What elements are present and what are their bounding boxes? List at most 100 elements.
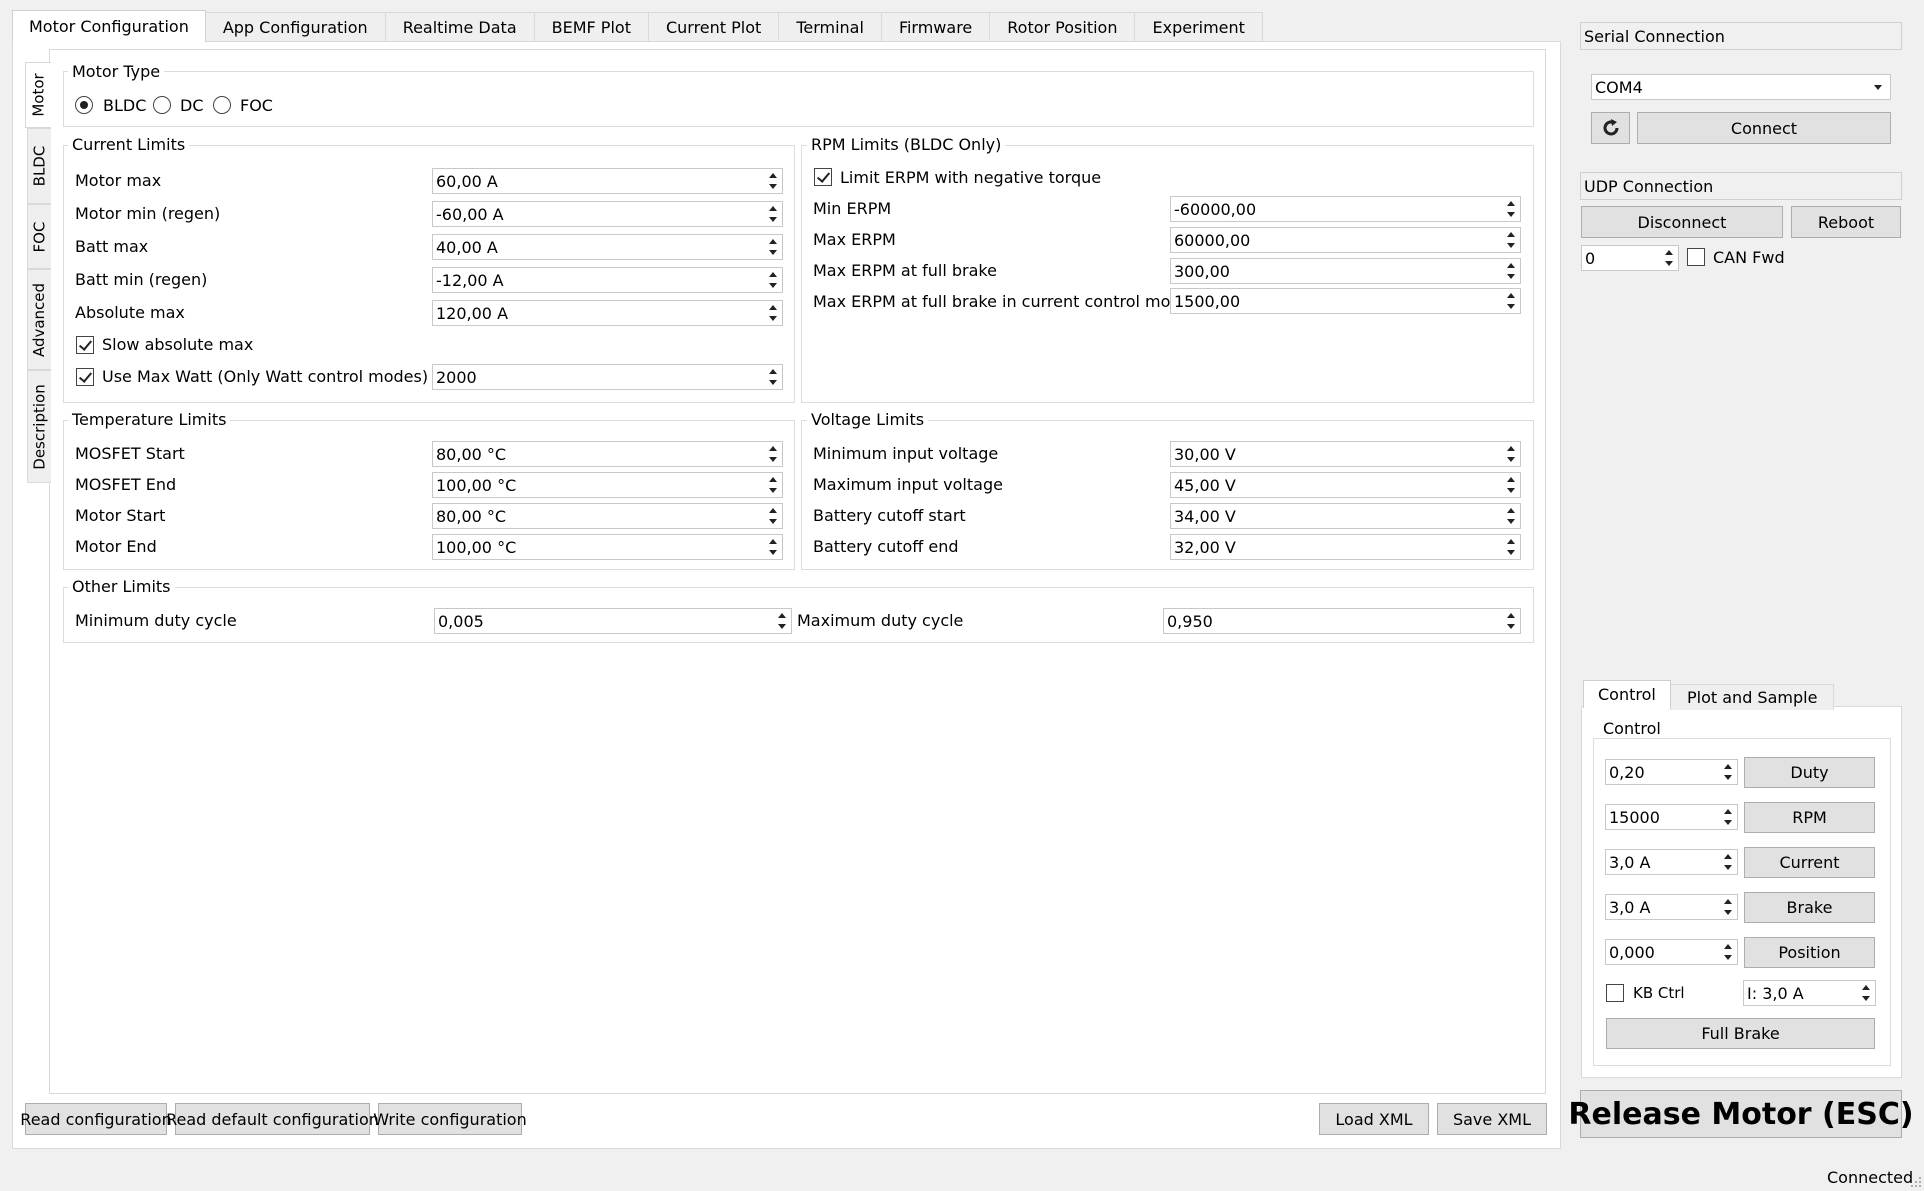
- brake-button[interactable]: Brake: [1744, 892, 1875, 923]
- tab-rotor-position[interactable]: Rotor Position: [989, 12, 1136, 42]
- current-button[interactable]: Current: [1744, 847, 1875, 878]
- tab-experiment[interactable]: Experiment: [1134, 12, 1263, 42]
- resize-grip-icon[interactable]: [1910, 1176, 1922, 1188]
- max-erpm-full-brake-cc-spinbox[interactable]: 1500,00: [1170, 288, 1521, 314]
- tab-app-configuration[interactable]: App Configuration: [204, 12, 386, 42]
- radio-foc[interactable]: [213, 96, 231, 114]
- max-erpm-full-brake-cc-label: Max ERPM at full brake in current contro…: [813, 292, 1191, 311]
- max-erpm-full-brake-label: Max ERPM at full brake: [813, 261, 997, 280]
- min-duty-cycle-label: Minimum duty cycle: [75, 611, 237, 630]
- disconnect-button[interactable]: Disconnect: [1581, 206, 1783, 238]
- limit-erpm-negative-torque-label: Limit ERPM with negative torque: [840, 168, 1102, 187]
- min-erpm-label: Min ERPM: [813, 199, 892, 218]
- duty-spinbox[interactable]: 0,20: [1605, 759, 1738, 785]
- tab-firmware[interactable]: Firmware: [880, 12, 991, 42]
- udp-connection-header: UDP Connection: [1580, 172, 1902, 200]
- absolute-max-label: Absolute max: [75, 303, 185, 322]
- motor-end-spinbox[interactable]: 100,00 °C: [432, 534, 783, 560]
- min-input-voltage-spinbox[interactable]: 30,00 V: [1170, 441, 1521, 467]
- can-fwd-label: CAN Fwd: [1713, 248, 1785, 267]
- tab-control[interactable]: Control: [1583, 680, 1671, 708]
- rpm-spinbox[interactable]: 15000: [1605, 804, 1738, 830]
- side-tab-description[interactable]: Description: [27, 370, 51, 483]
- tab-plot-and-sample[interactable]: Plot and Sample: [1670, 684, 1835, 710]
- battery-cutoff-start-label: Battery cutoff start: [813, 506, 966, 525]
- temperature-limits-title: Temperature Limits: [68, 410, 231, 429]
- radio-dc[interactable]: [153, 96, 171, 114]
- side-tab-foc[interactable]: FOC: [27, 204, 51, 269]
- motor-end-label: Motor End: [75, 537, 157, 556]
- load-xml-button[interactable]: Load XML: [1319, 1103, 1429, 1135]
- max-watt-spinbox[interactable]: 2000: [432, 364, 783, 390]
- read-default-configuration-button[interactable]: Read default configuration: [166, 1103, 379, 1135]
- battery-cutoff-end-spinbox[interactable]: 32,00 V: [1170, 534, 1521, 560]
- radio-dc-label: DC: [180, 96, 204, 115]
- tab-motor-configuration[interactable]: Motor Configuration: [12, 10, 206, 42]
- refresh-icon: [1603, 119, 1618, 136]
- side-tab-advanced[interactable]: Advanced: [27, 269, 51, 370]
- rpm-button[interactable]: RPM: [1744, 802, 1875, 833]
- position-button[interactable]: Position: [1744, 937, 1875, 968]
- batt-max-label: Batt max: [75, 237, 149, 256]
- udp-connection-title: UDP Connection: [1584, 176, 1714, 196]
- other-limits-title: Other Limits: [68, 577, 175, 596]
- min-duty-cycle-spinbox[interactable]: 0,005: [434, 608, 792, 634]
- batt-min-spinbox[interactable]: -12,00 A: [432, 267, 783, 293]
- main-tab-bar: Motor Configuration App Configuration Re…: [12, 10, 1263, 42]
- current-spinbox[interactable]: 3,0 A: [1605, 849, 1738, 875]
- max-input-voltage-label: Maximum input voltage: [813, 475, 1003, 494]
- tab-terminal[interactable]: Terminal: [778, 12, 882, 42]
- kb-current-spinbox[interactable]: I: 3,0 A: [1743, 980, 1876, 1006]
- batt-max-spinbox[interactable]: 40,00 A: [432, 234, 783, 260]
- tab-bemf-plot[interactable]: BEMF Plot: [533, 12, 649, 42]
- use-max-watt-label: Use Max Watt (Only Watt control modes): [102, 367, 429, 386]
- control-group-title: Control: [1599, 719, 1665, 738]
- motor-type-group: [63, 71, 1534, 127]
- full-brake-button[interactable]: Full Brake: [1606, 1018, 1875, 1049]
- battery-cutoff-start-spinbox[interactable]: 34,00 V: [1170, 503, 1521, 529]
- motor-start-spinbox[interactable]: 80,00 °C: [432, 503, 783, 529]
- tab-realtime-data[interactable]: Realtime Data: [384, 12, 535, 42]
- motor-min-spinbox[interactable]: -60,00 A: [432, 201, 783, 227]
- write-configuration-button[interactable]: Write configuration: [373, 1103, 527, 1135]
- duty-button[interactable]: Duty: [1744, 757, 1875, 788]
- mosfet-end-spinbox[interactable]: 100,00 °C: [432, 472, 783, 498]
- max-erpm-spinbox[interactable]: 60000,00: [1170, 227, 1521, 253]
- brake-spinbox[interactable]: 3,0 A: [1605, 894, 1738, 920]
- can-fwd-checkbox[interactable]: [1687, 248, 1705, 266]
- rpm-limits-title: RPM Limits (BLDC Only): [807, 135, 1006, 154]
- serial-connection-header: Serial Connection: [1580, 22, 1902, 50]
- serial-port-combo[interactable]: COM4: [1591, 74, 1891, 100]
- motor-max-spinbox[interactable]: 60,00 A: [432, 168, 783, 194]
- side-tab-bldc[interactable]: BLDC: [27, 128, 51, 204]
- refresh-ports-button[interactable]: [1591, 112, 1630, 144]
- current-limits-title: Current Limits: [68, 135, 190, 154]
- connect-button[interactable]: Connect: [1637, 112, 1891, 144]
- max-erpm-label: Max ERPM: [813, 230, 896, 249]
- tab-current-plot[interactable]: Current Plot: [647, 12, 780, 42]
- max-erpm-full-brake-spinbox[interactable]: 300,00: [1170, 258, 1521, 284]
- motor-start-label: Motor Start: [75, 506, 166, 525]
- connection-status: Connected: [1827, 1168, 1914, 1187]
- use-max-watt-checkbox[interactable]: [76, 368, 94, 386]
- mosfet-start-spinbox[interactable]: 80,00 °C: [432, 441, 783, 467]
- motor-type-title: Motor Type: [68, 62, 165, 81]
- position-spinbox[interactable]: 0,000: [1605, 939, 1738, 965]
- battery-cutoff-end-label: Battery cutoff end: [813, 537, 959, 556]
- kb-ctrl-checkbox[interactable]: [1606, 984, 1624, 1002]
- radio-bldc[interactable]: [75, 96, 93, 114]
- absolute-max-spinbox[interactable]: 120,00 A: [432, 300, 783, 326]
- save-xml-button[interactable]: Save XML: [1437, 1103, 1547, 1135]
- release-motor-button[interactable]: Release Motor (ESC): [1568, 1090, 1914, 1138]
- side-tab-motor[interactable]: Motor: [25, 62, 51, 128]
- min-erpm-spinbox[interactable]: -60000,00: [1170, 196, 1521, 222]
- motor-max-label: Motor max: [75, 171, 162, 190]
- slow-absolute-max-checkbox[interactable]: [76, 336, 94, 354]
- can-id-spinbox[interactable]: 0: [1581, 245, 1679, 271]
- limit-erpm-negative-torque-checkbox[interactable]: [814, 168, 832, 186]
- read-configuration-button[interactable]: Read configuration: [20, 1103, 172, 1135]
- radio-foc-label: FOC: [240, 96, 273, 115]
- reboot-button[interactable]: Reboot: [1791, 206, 1901, 238]
- max-input-voltage-spinbox[interactable]: 45,00 V: [1170, 472, 1521, 498]
- max-duty-cycle-spinbox[interactable]: 0,950: [1163, 608, 1521, 634]
